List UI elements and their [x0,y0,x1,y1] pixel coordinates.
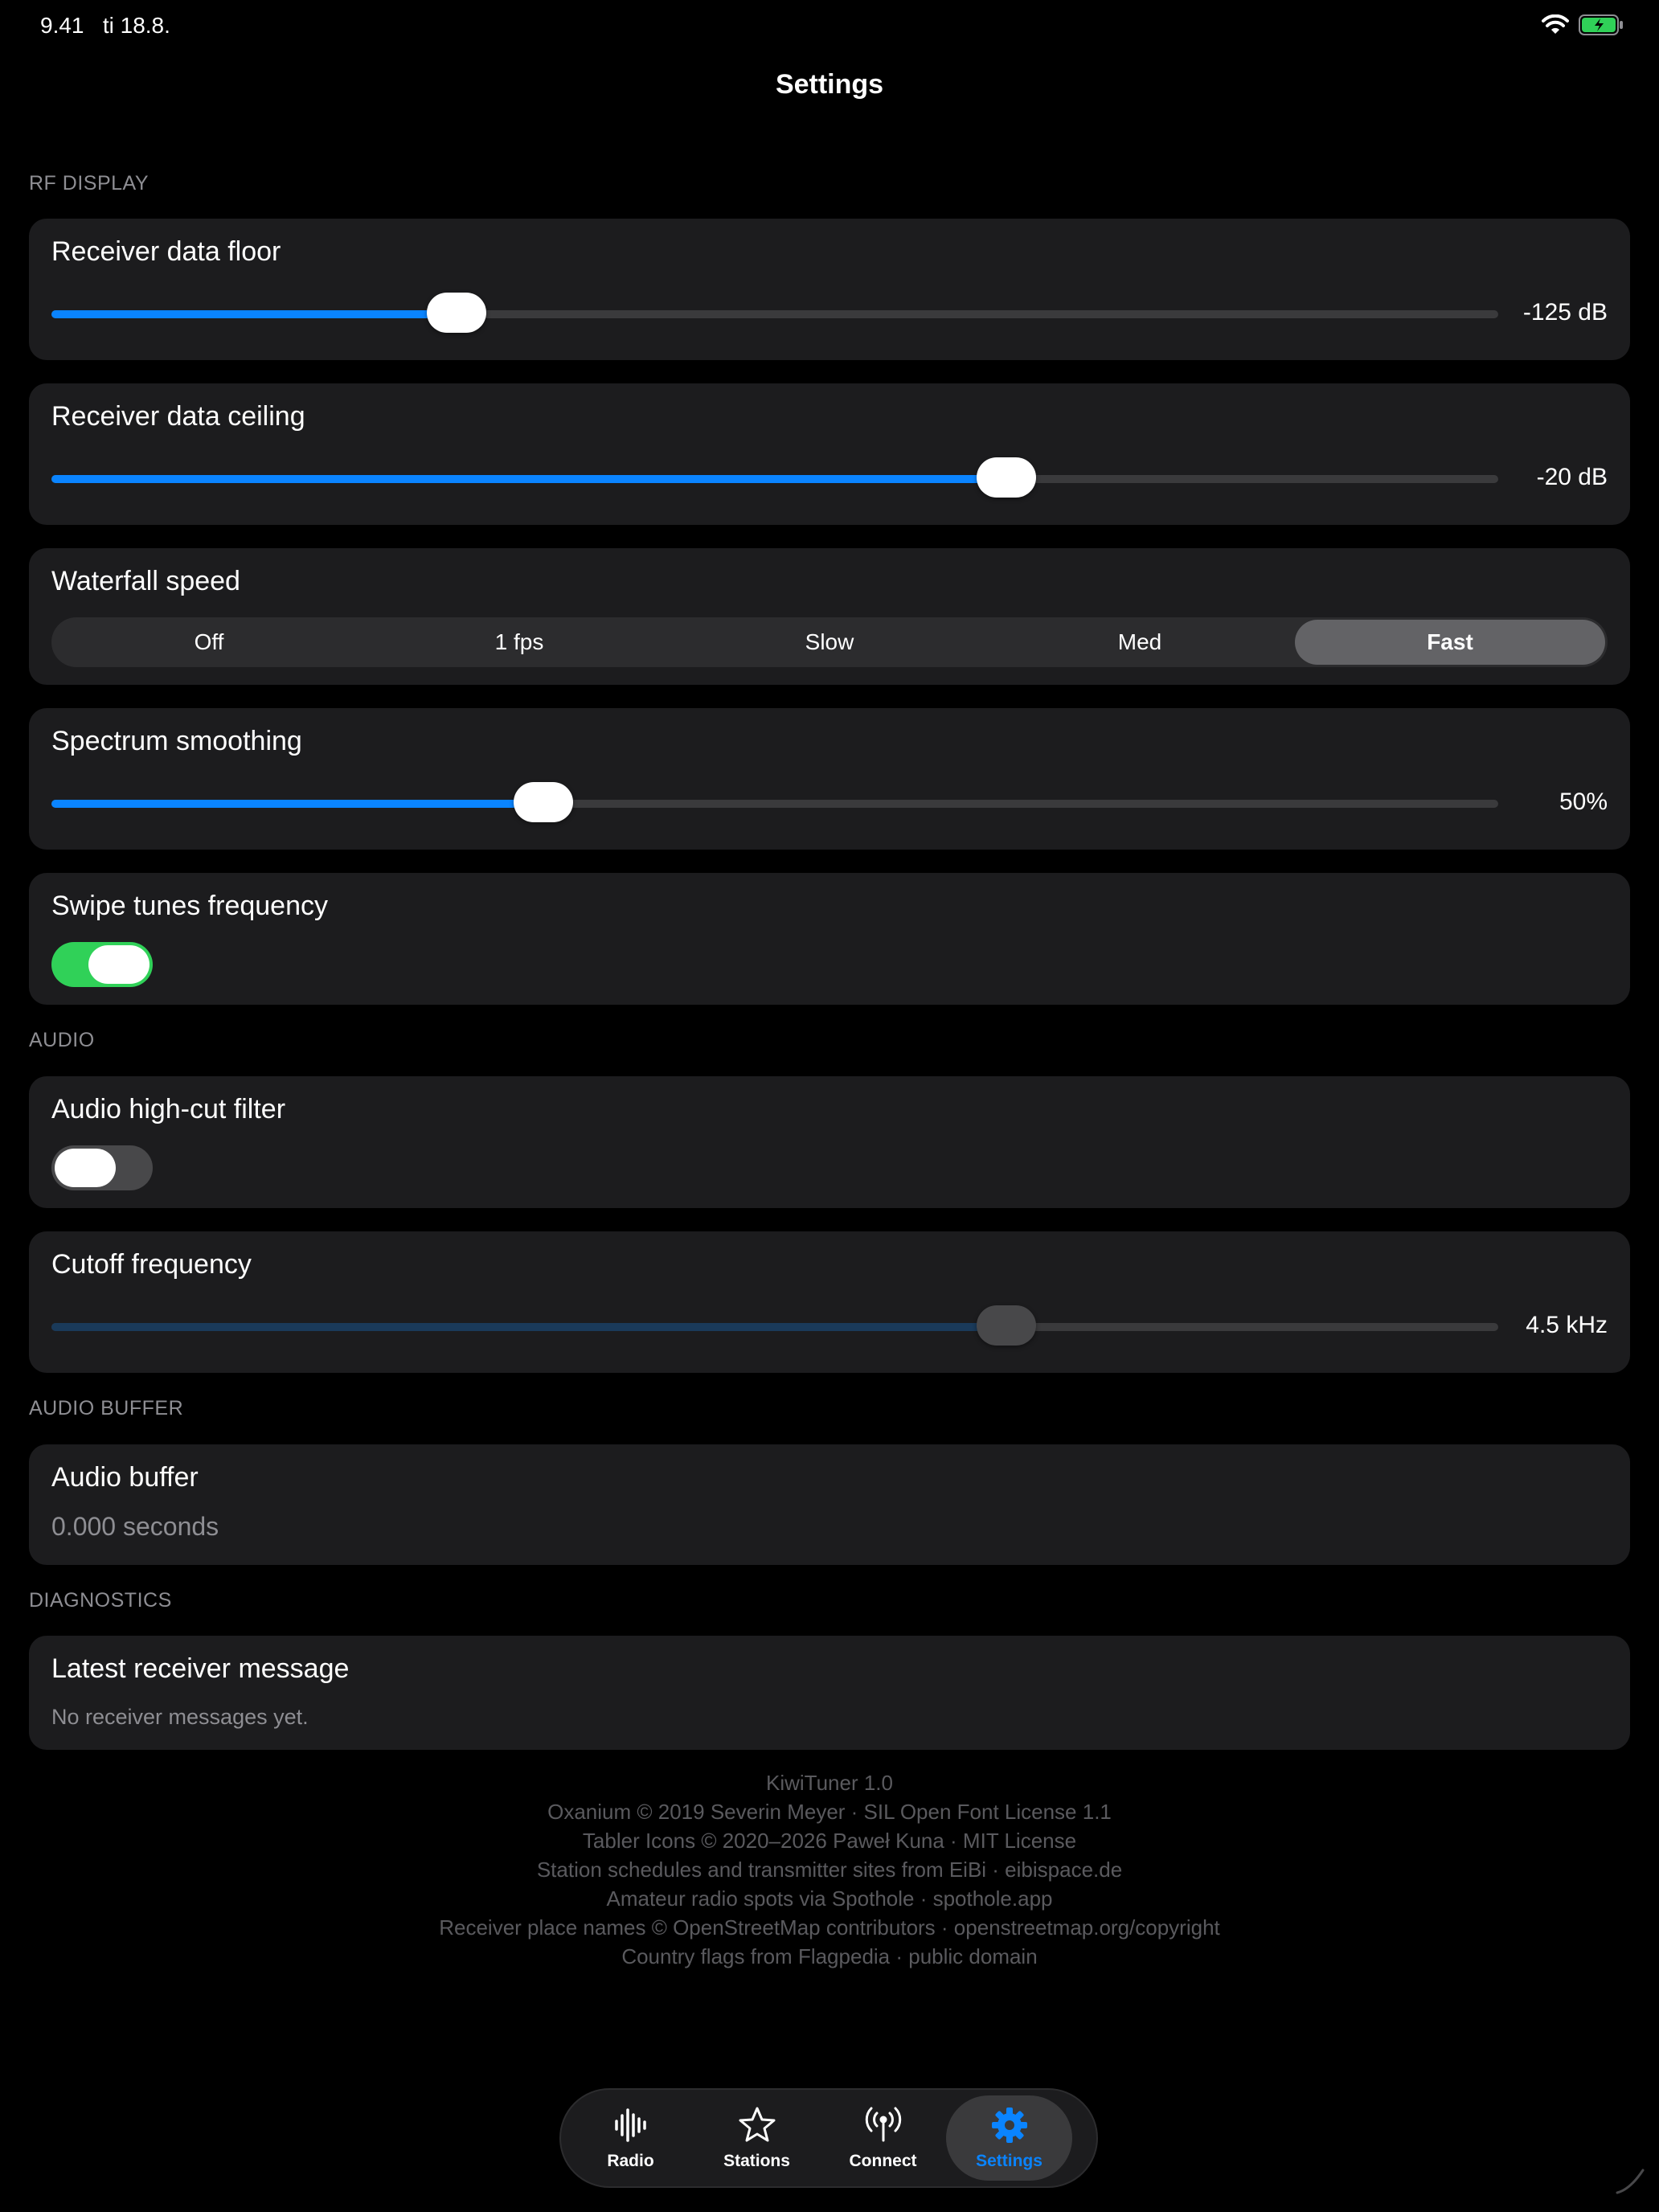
slider-thumb[interactable] [977,457,1036,498]
card-diagnostics: Latest receiver message No receiver mess… [29,1636,1630,1750]
footer-line: Receiver place names © OpenStreetMap con… [439,1915,1220,1940]
date: ti 18.8. [102,13,170,38]
tab-radio[interactable]: Radio [567,2095,694,2181]
tab-label: Connect [849,2152,917,2170]
toggle-knob [55,1149,116,1187]
cutoff-frequency-label: Cutoff frequency [51,1249,252,1280]
status-icons [1542,14,1624,35]
wifi-icon [1542,14,1569,34]
battery-charging-icon [1579,14,1623,35]
antenna-icon [865,2107,901,2142]
swipe-tunes-toggle[interactable] [51,942,153,987]
section-header-audio-buffer: AUDIO BUFFER [29,1397,184,1419]
card-receiver-ceiling: Receiver data ceiling -20 dB [29,383,1630,525]
receiver-ceiling-value: -20 dB [1536,464,1608,490]
page-title: Settings [775,69,884,100]
slider-thumb[interactable] [977,1305,1036,1346]
footer-line: Country flags from Flagpedia · public do… [621,1944,1038,1968]
card-audio-highcut: Audio high-cut filter [29,1076,1630,1208]
credits-footer: KiwiTuner 1.0 Oxanium © 2019 Severin Mey… [0,1768,1659,1971]
segment-med[interactable]: Med [985,620,1295,665]
tab-settings[interactable]: Settings [946,2095,1072,2181]
receiver-ceiling-slider[interactable] [51,457,1498,498]
section-header-rf-display: RF DISPLAY [29,172,150,195]
latest-message-value: No receiver messages yet. [51,1705,309,1729]
tab-label: Settings [976,2152,1043,2170]
tab-stations[interactable]: Stations [694,2095,820,2181]
footer-line: Station schedules and transmitter sites … [536,1858,1123,1882]
segment-fast[interactable]: Fast [1295,620,1605,665]
footer-line: Tabler Icons © 2020–2026 Paweł Kuna · MI… [582,1829,1077,1853]
segment-1fps[interactable]: 1 fps [364,620,674,665]
toggle-knob [88,945,150,984]
card-waterfall-speed: Waterfall speed Off 1 fps Slow Med Fast [29,548,1630,685]
slider-fill [51,310,457,318]
receiver-floor-value: -125 dB [1522,299,1608,326]
scroll-corner-indicator [1616,2169,1645,2194]
tab-connect[interactable]: Connect [820,2095,946,2181]
cutoff-frequency-value: 4.5 kHz [1526,1312,1608,1338]
footer-line: KiwiTuner 1.0 [766,1771,893,1795]
card-audio-buffer: Audio buffer 0.000 seconds [29,1444,1630,1565]
audio-buffer-value: 0.000 seconds [51,1512,219,1541]
section-header-diagnostics: DIAGNOSTICS [29,1589,172,1612]
slider-fill [51,475,1006,483]
card-spectrum-smoothing: Spectrum smoothing 50% [29,708,1630,850]
card-cutoff-frequency: Cutoff frequency 4.5 kHz [29,1231,1630,1373]
spectrum-smoothing-label: Spectrum smoothing [51,726,302,756]
slider-fill [51,800,543,808]
audio-highcut-label: Audio high-cut filter [51,1094,286,1124]
receiver-ceiling-label: Receiver data ceiling [51,401,305,432]
receiver-floor-label: Receiver data floor [51,236,281,267]
receiver-floor-slider[interactable] [51,293,1498,333]
footer-line: Amateur radio spots via Spothole · spoth… [606,1886,1053,1911]
footer-line: Oxanium © 2019 Severin Meyer · SIL Open … [547,1800,1112,1824]
audio-highcut-toggle[interactable] [51,1145,153,1190]
gear-icon [991,2108,1027,2143]
tab-bar: Radio Stations Connect Settings [559,2088,1098,2188]
section-header-audio: AUDIO [29,1029,95,1051]
spectrum-smoothing-value: 50% [1559,789,1608,815]
cutoff-frequency-slider[interactable] [51,1305,1498,1346]
audio-buffer-label: Audio buffer [51,1462,199,1493]
tab-label: Stations [723,2152,790,2170]
status-bar-time: 9.41 ti 18.8. [40,13,170,39]
star-icon [739,2107,775,2142]
latest-message-label: Latest receiver message [51,1653,350,1684]
slider-thumb[interactable] [427,293,486,333]
waterfall-speed-segmented-control: Off 1 fps Slow Med Fast [51,617,1608,667]
time: 9.41 [40,13,84,38]
slider-fill [51,1323,1006,1331]
card-swipe-tunes: Swipe tunes frequency [29,873,1630,1005]
segment-off[interactable]: Off [54,620,364,665]
spectrum-smoothing-slider[interactable] [51,782,1498,822]
swipe-tunes-label: Swipe tunes frequency [51,891,328,921]
waterfall-speed-label: Waterfall speed [51,566,240,596]
slider-thumb[interactable] [514,782,573,822]
card-receiver-floor: Receiver data floor -125 dB [29,219,1630,360]
segment-slow[interactable]: Slow [674,620,985,665]
waveform-icon [614,2108,646,2142]
tab-label: Radio [607,2152,654,2170]
